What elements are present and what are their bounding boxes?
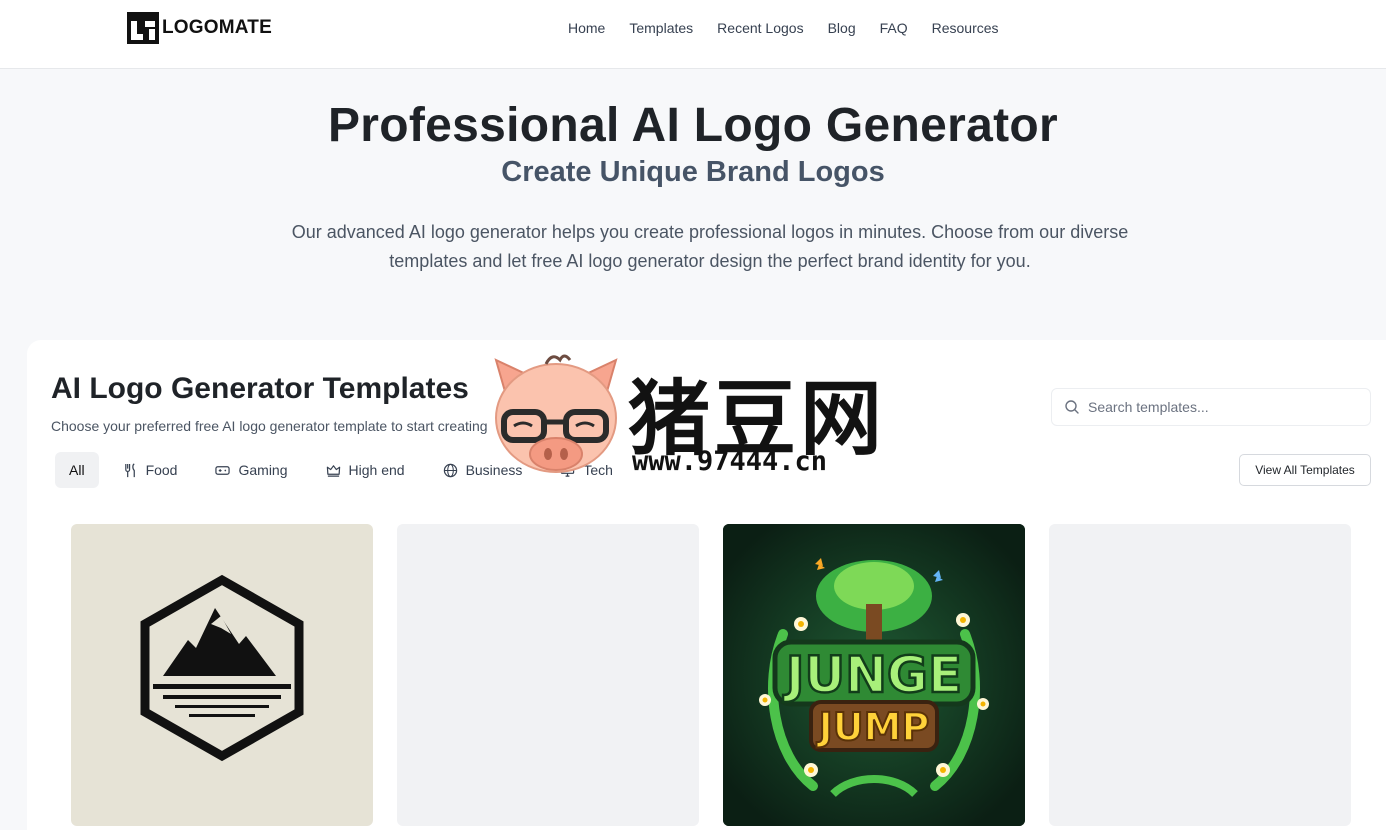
category-label: Gaming bbox=[238, 462, 288, 478]
junge-jump-line1: JUNGE bbox=[783, 646, 962, 704]
site-logo[interactable]: LOGOMATE bbox=[127, 12, 272, 44]
watermark: 猪豆网 www.97444.cn bbox=[488, 350, 898, 480]
category-label: All bbox=[69, 462, 85, 478]
nav-resources[interactable]: Resources bbox=[932, 20, 999, 36]
hero-subtitle: Create Unique Brand Logos bbox=[501, 156, 885, 188]
search-icon bbox=[1065, 400, 1079, 414]
nav-templates[interactable]: Templates bbox=[629, 20, 693, 36]
junge-jump-logo-icon: JUNGE JUMP bbox=[723, 524, 1025, 826]
main-nav: Home Templates Recent Logos Blog FAQ Res… bbox=[568, 20, 999, 36]
template-search[interactable] bbox=[1051, 388, 1371, 426]
site-header: LOGOMATE Home Templates Recent Logos Blo… bbox=[0, 0, 1386, 69]
logomate-mark-icon bbox=[127, 12, 159, 44]
mountain-hexagon-logo-icon bbox=[140, 574, 304, 762]
category-gaming[interactable]: Gaming bbox=[201, 452, 301, 488]
nav-faq[interactable]: FAQ bbox=[880, 20, 908, 36]
template-card-placeholder[interactable] bbox=[1049, 524, 1351, 826]
category-all[interactable]: All bbox=[55, 452, 99, 488]
category-label: High end bbox=[348, 462, 405, 478]
templates-subtitle: Choose your preferred free AI logo gener… bbox=[51, 418, 488, 434]
view-all-templates-button[interactable]: View All Templates bbox=[1239, 454, 1371, 486]
template-card-junge-jump[interactable]: JUNGE JUMP bbox=[723, 524, 1025, 826]
nav-blog[interactable]: Blog bbox=[828, 20, 856, 36]
hero-title: Professional AI Logo Generator bbox=[327, 99, 1058, 152]
crown-icon bbox=[326, 464, 340, 477]
search-input[interactable] bbox=[1088, 399, 1348, 415]
nav-home[interactable]: Home bbox=[568, 20, 605, 36]
logo-text: LOGOMATE bbox=[162, 17, 272, 38]
template-card-mountain[interactable] bbox=[71, 524, 373, 826]
templates-title: AI Logo Generator Templates bbox=[51, 372, 469, 405]
nav-recent-logos[interactable]: Recent Logos bbox=[717, 20, 803, 36]
utensils-icon bbox=[124, 462, 135, 477]
gamepad-icon bbox=[215, 465, 231, 475]
hero-description: Our advanced AI logo generator helps you… bbox=[291, 222, 1129, 271]
junge-jump-line2: JUMP bbox=[816, 705, 930, 749]
globe-icon bbox=[443, 463, 457, 477]
category-high-end[interactable]: High end bbox=[312, 452, 419, 488]
category-label: Food bbox=[145, 462, 178, 478]
watermark-url: www.97444.cn bbox=[632, 446, 828, 477]
pig-mascot-icon bbox=[494, 354, 618, 473]
category-food[interactable]: Food bbox=[109, 452, 192, 488]
template-card-placeholder[interactable] bbox=[397, 524, 699, 826]
